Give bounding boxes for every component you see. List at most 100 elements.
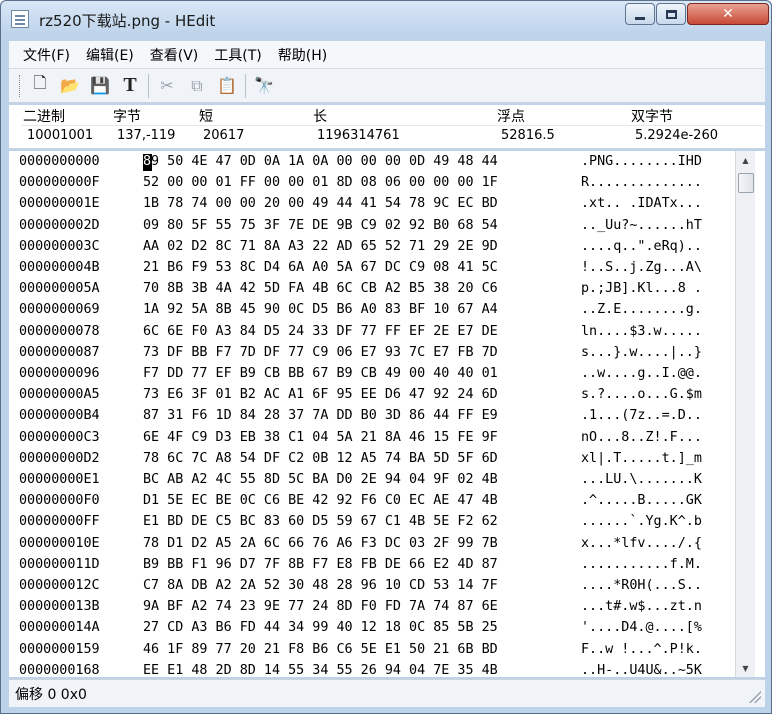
row-hex-bytes[interactable]: C7 8A DB A2 2A 52 30 48 28 96 10 CD 53 1… — [143, 575, 498, 597]
row-hex-bytes[interactable]: 70 8B 3B 4A 42 5D FA 4B 6C CB A2 B5 38 2… — [143, 278, 498, 300]
find-binoculars-icon[interactable]: 🔭 — [252, 74, 276, 98]
row-hex-bytes[interactable]: 27 CD A3 B6 FD 44 34 99 40 12 18 0C 85 5… — [143, 617, 498, 639]
scroll-thumb[interactable] — [738, 173, 754, 193]
hex-row[interactable]: 000000002D 09 80 5F 55 75 3F 7E DE 9B C9 … — [9, 215, 735, 237]
row-hex-bytes[interactable]: 1A 92 5A 8B 45 90 0C D5 B6 A0 83 BF 10 6… — [143, 299, 498, 321]
text-mode-icon[interactable]: T — [118, 74, 142, 98]
cut-icon[interactable]: ✂ — [155, 74, 179, 98]
row-hex-bytes[interactable]: 89 50 4E 47 0D 0A 1A 0A 00 00 00 0D 49 4… — [143, 151, 498, 173]
scroll-down-icon[interactable]: ▼ — [736, 659, 755, 677]
paste-icon[interactable]: 📋 — [215, 74, 239, 98]
app-icon[interactable] — [11, 10, 29, 28]
row-hex-bytes[interactable]: AA 02 D2 8C 71 8A A3 22 AD 65 52 71 29 2… — [143, 236, 498, 258]
row-ascii[interactable]: ..w....g..I.@@. — [581, 363, 702, 385]
row-ascii[interactable]: ...t#.w$...zt.n — [581, 596, 702, 618]
title-bar[interactable]: rz520下载站.png - HEdit ✕ — [1, 1, 771, 37]
hex-row[interactable]: 00000000D2 78 6C 7C A8 54 DF C2 0B 12 A5 … — [9, 448, 735, 470]
close-button[interactable]: ✕ — [687, 3, 769, 25]
hex-view[interactable]: 0000000000 89 50 4E 47 0D 0A 1A 0A 00 00 … — [9, 151, 765, 678]
row-hex-bytes[interactable]: 78 6C 7C A8 54 DF C2 0B 12 A5 74 BA 5D 5… — [143, 448, 498, 470]
resize-grip-icon[interactable] — [749, 691, 761, 703]
menu-tools[interactable]: 工具(T) — [206, 45, 269, 65]
row-ascii[interactable]: .^.....B.....GK — [581, 490, 702, 512]
row-hex-bytes[interactable]: 87 31 F6 1D 84 28 37 7A DD B0 3D 86 44 F… — [143, 405, 498, 427]
save-icon[interactable]: 💾 — [88, 74, 112, 98]
toolbar-separator — [245, 73, 246, 98]
row-hex-bytes[interactable]: 73 DF BB F7 7D DF 77 C9 06 E7 93 7C E7 F… — [143, 342, 498, 364]
app-window: rz520下载站.png - HEdit ✕ 文件(F) 编辑(E) 查看(V)… — [0, 0, 772, 714]
row-ascii[interactable]: .PNG........IHD — [581, 151, 702, 173]
row-hex-bytes[interactable]: D1 5E EC BE 0C C6 BE 42 92 F6 C0 EC AE 4… — [143, 490, 498, 512]
menu-view[interactable]: 查看(V) — [142, 45, 207, 65]
row-ascii[interactable]: nO...8..Z!.F... — [581, 427, 702, 449]
hex-row[interactable]: 000000010E 78 D1 D2 A5 2A 6C 66 76 A6 F3 … — [9, 533, 735, 555]
hex-row[interactable]: 0000000078 6C 6E F0 A3 84 D5 24 33 DF 77 … — [9, 321, 735, 343]
row-ascii[interactable]: ...........f.M. — [581, 554, 702, 576]
hex-row[interactable]: 000000012C C7 8A DB A2 2A 52 30 48 28 96 … — [9, 575, 735, 597]
row-ascii[interactable]: ln....$3.w..... — [581, 321, 702, 343]
hex-row[interactable]: 00000000E1 BC AB A2 4C 55 8D 5C BA D0 2E … — [9, 469, 735, 491]
new-file-icon[interactable]: 🗋 — [28, 73, 52, 98]
row-ascii[interactable]: ...LU.\.......K — [581, 469, 702, 491]
row-hex-bytes[interactable]: 6C 6E F0 A3 84 D5 24 33 DF 77 FF EF 2E E… — [143, 321, 498, 343]
row-hex-bytes[interactable]: 21 B6 F9 53 8C D4 6A A0 5A 67 DC C9 08 4… — [143, 257, 498, 279]
toolbar-grip[interactable] — [19, 74, 22, 97]
hex-row[interactable]: 000000013B 9A BF A2 74 23 9E 77 24 8D F0 … — [9, 596, 735, 618]
hex-row[interactable]: 00000000B4 87 31 F6 1D 84 28 37 7A DD B0 … — [9, 405, 735, 427]
hex-row[interactable]: 0000000096 F7 DD 77 EF B9 CB BB 67 B9 CB … — [9, 363, 735, 385]
row-ascii[interactable]: R.............. — [581, 172, 702, 194]
row-ascii[interactable]: x...*lfv..../.{ — [581, 533, 702, 555]
row-ascii[interactable]: F..w !...^.P!k. — [581, 639, 702, 661]
row-hex-bytes[interactable]: 78 D1 D2 A5 2A 6C 66 76 A6 F3 DC 03 2F 9… — [143, 533, 498, 555]
row-ascii[interactable]: ....q..".eRq).. — [581, 236, 702, 258]
menu-edit[interactable]: 编辑(E) — [78, 45, 142, 65]
row-hex-bytes[interactable]: 6E 4F C9 D3 EB 38 C1 04 5A 21 8A 46 15 F… — [143, 427, 498, 449]
hex-row[interactable]: 00000000A5 73 E6 3F 01 B2 AC A1 6F 95 EE … — [9, 384, 735, 406]
hex-row[interactable]: 00000000FF E1 BD DE C5 BC 83 60 D5 59 67 … — [9, 511, 735, 533]
hex-row[interactable]: 00000000C3 6E 4F C9 D3 EB 38 C1 04 5A 21 … — [9, 427, 735, 449]
hex-row[interactable]: 0000000000 89 50 4E 47 0D 0A 1A 0A 00 00 … — [9, 151, 735, 173]
row-ascii[interactable]: xl|.T.....t.]_m — [581, 448, 702, 470]
scroll-up-icon[interactable]: ▲ — [736, 151, 755, 169]
hex-row[interactable]: 000000003C AA 02 D2 8C 71 8A A3 22 AD 65 … — [9, 236, 735, 258]
row-ascii[interactable]: .._Uu?~......hT — [581, 215, 702, 237]
row-hex-bytes[interactable]: 73 E6 3F 01 B2 AC A1 6F 95 EE D6 47 92 2… — [143, 384, 498, 406]
menu-help[interactable]: 帮助(H) — [270, 45, 335, 65]
row-ascii[interactable]: s.?....o...G.$m — [581, 384, 702, 406]
row-ascii[interactable]: ....*R0H(...S.. — [581, 575, 702, 597]
hex-row[interactable]: 0000000069 1A 92 5A 8B 45 90 0C D5 B6 A0 … — [9, 299, 735, 321]
row-hex-bytes[interactable]: 9A BF A2 74 23 9E 77 24 8D F0 FD 7A 74 8… — [143, 596, 498, 618]
open-folder-icon[interactable]: 📂 — [58, 74, 82, 98]
row-ascii[interactable]: ..Z.E........g. — [581, 299, 702, 321]
hex-row[interactable]: 0000000087 73 DF BB F7 7D DF 77 C9 06 E7 … — [9, 342, 735, 364]
hex-row[interactable]: 000000005A 70 8B 3B 4A 42 5D FA 4B 6C CB … — [9, 278, 735, 300]
menu-file[interactable]: 文件(F) — [15, 45, 78, 65]
minimize-button[interactable] — [625, 3, 655, 25]
row-hex-bytes[interactable]: BC AB A2 4C 55 8D 5C BA D0 2E 94 04 9F 0… — [143, 469, 498, 491]
hex-row[interactable]: 000000001E 1B 78 74 00 00 20 00 49 44 41 … — [9, 193, 735, 215]
row-ascii[interactable]: .1...(7z..=.D.. — [581, 405, 702, 427]
row-hex-bytes[interactable]: F7 DD 77 EF B9 CB BB 67 B9 CB 49 00 40 4… — [143, 363, 498, 385]
row-ascii[interactable]: !..S..j.Zg...A\ — [581, 257, 702, 279]
hex-row[interactable]: 000000011D B9 BB F1 96 D7 7F 8B F7 E8 FB … — [9, 554, 735, 576]
row-ascii[interactable]: s...}.w....|..} — [581, 342, 702, 364]
hex-row[interactable]: 000000014A 27 CD A3 B6 FD 44 34 99 40 12 … — [9, 617, 735, 639]
hex-row[interactable]: 0000000159 46 1F 89 77 20 21 F8 B6 C6 5E … — [9, 639, 735, 661]
hex-row[interactable]: 000000000F 52 00 00 01 FF 00 00 01 8D 08 … — [9, 172, 735, 194]
window-title: rz520下载站.png - HEdit — [39, 12, 216, 30]
row-hex-bytes[interactable]: 46 1F 89 77 20 21 F8 B6 C6 5E E1 50 21 6… — [143, 639, 498, 661]
row-hex-bytes[interactable]: 09 80 5F 55 75 3F 7E DE 9B C9 02 92 B0 6… — [143, 215, 498, 237]
hex-row[interactable]: 000000004B 21 B6 F9 53 8C D4 6A A0 5A 67 … — [9, 257, 735, 279]
hex-row[interactable]: 00000000F0 D1 5E EC BE 0C C6 BE 42 92 F6 … — [9, 490, 735, 512]
vertical-scrollbar[interactable]: ▲ ▼ — [735, 151, 755, 677]
row-ascii[interactable]: '....D4.@....[% — [581, 617, 702, 639]
row-ascii[interactable]: .xt.. .IDATx... — [581, 193, 702, 215]
row-hex-bytes[interactable]: 52 00 00 01 FF 00 00 01 8D 08 06 00 00 0… — [143, 172, 498, 194]
copy-icon[interactable]: ⧉ — [185, 74, 209, 98]
maximize-button[interactable] — [656, 3, 686, 25]
row-ascii[interactable]: ......`.Yg.K^.b — [581, 511, 702, 533]
row-hex-bytes[interactable]: E1 BD DE C5 BC 83 60 D5 59 67 C1 4B 5E F… — [143, 511, 498, 533]
row-ascii[interactable]: p.;JB].Kl...8 . — [581, 278, 702, 300]
row-hex-bytes[interactable]: B9 BB F1 96 D7 7F 8B F7 E8 FB DE 66 E2 4… — [143, 554, 498, 576]
row-hex-bytes[interactable]: 1B 78 74 00 00 20 00 49 44 41 54 78 9C E… — [143, 193, 498, 215]
